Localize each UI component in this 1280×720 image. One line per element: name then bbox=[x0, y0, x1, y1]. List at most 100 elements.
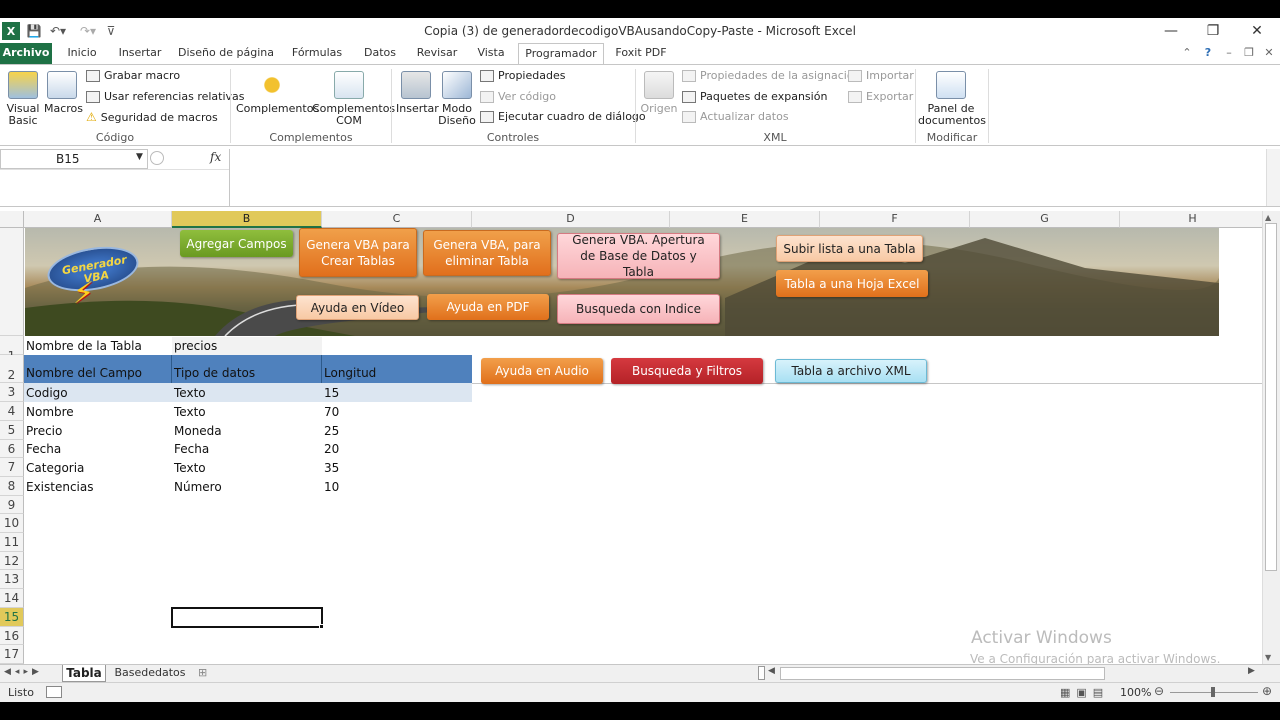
column-header-f[interactable]: F bbox=[820, 211, 970, 228]
table-cell[interactable]: Nombre bbox=[24, 403, 172, 421]
agregar-campos-button[interactable]: Agregar Campos bbox=[180, 230, 293, 257]
table-cell[interactable]: 25 bbox=[322, 422, 472, 440]
insert-function-button[interactable]: fx bbox=[210, 150, 221, 164]
formula-input[interactable] bbox=[229, 149, 1265, 206]
scroll-down-icon[interactable]: ▼ bbox=[1265, 653, 1271, 662]
genera-apertura-button[interactable]: Genera VBA. Apertura de Base de Datos y … bbox=[557, 233, 720, 279]
tab-archivo[interactable]: Archivo bbox=[0, 43, 52, 64]
subir-lista-button[interactable]: Subir lista a una Tabla bbox=[776, 235, 923, 262]
row-header-5[interactable]: 5 bbox=[0, 421, 24, 440]
row-header-6[interactable]: 6 bbox=[0, 440, 24, 458]
name-box-dropdown-icon[interactable]: ▼ bbox=[136, 152, 143, 162]
table-cell[interactable]: Precio bbox=[24, 422, 172, 440]
column-header-c[interactable]: C bbox=[322, 211, 472, 228]
busqueda-indice-button[interactable]: Busqueda con Indice bbox=[557, 294, 720, 324]
row-header-16[interactable]: 16 bbox=[0, 627, 24, 645]
tab-diseno-pagina[interactable]: Diseño de página bbox=[176, 43, 276, 64]
tabla-xml-button[interactable]: Tabla a archivo XML bbox=[775, 359, 927, 383]
grabar-macro-button[interactable]: Grabar macro bbox=[86, 69, 180, 82]
genera-eliminar-tabla-button[interactable]: Genera VBA, para eliminar Tabla bbox=[423, 230, 551, 276]
help-icon[interactable]: ? bbox=[1200, 43, 1216, 64]
horizontal-scroll-thumb[interactable] bbox=[780, 667, 1105, 680]
column-header-d[interactable]: D bbox=[472, 211, 670, 228]
formula-bar-resize-handle[interactable] bbox=[150, 151, 164, 165]
column-header-a[interactable]: A bbox=[24, 211, 172, 228]
row-header-4[interactable]: 4 bbox=[0, 402, 24, 421]
tab-revisar[interactable]: Revisar bbox=[410, 43, 464, 64]
table-cell[interactable]: Texto bbox=[172, 459, 322, 477]
selected-cell-b15[interactable] bbox=[171, 607, 323, 628]
tab-split-handle[interactable] bbox=[758, 666, 765, 680]
table-cell[interactable]: 70 bbox=[322, 403, 472, 421]
table-cell[interactable]: Número bbox=[172, 478, 322, 496]
sheet-tab-basededatos[interactable]: Basededatos bbox=[110, 665, 190, 682]
workbook-close-icon[interactable]: ✕ bbox=[1262, 43, 1276, 64]
table-cell[interactable]: Categoria bbox=[24, 459, 172, 477]
table-cell[interactable]: 20 bbox=[322, 440, 472, 458]
row-header-17[interactable]: 17 bbox=[0, 645, 24, 664]
row-header-1[interactable]: 1 bbox=[0, 336, 24, 363]
workbook-restore-icon[interactable]: ❐ bbox=[1242, 43, 1256, 64]
cell-c2[interactable]: Longitud bbox=[322, 355, 472, 383]
row-header-14[interactable]: 14 bbox=[0, 589, 24, 608]
row-header-7[interactable]: 7 bbox=[0, 458, 24, 477]
zoom-in-icon[interactable]: ⊕ bbox=[1262, 684, 1272, 698]
row-header-10[interactable]: 10 bbox=[0, 514, 24, 533]
zoom-level[interactable]: 100% bbox=[1120, 686, 1151, 699]
ayuda-pdf-button[interactable]: Ayuda en PDF bbox=[427, 294, 549, 320]
tab-foxit-pdf[interactable]: Foxit PDF bbox=[610, 43, 672, 64]
row-header-9[interactable]: 9 bbox=[0, 496, 24, 514]
cell-b2[interactable]: Tipo de datos bbox=[172, 355, 322, 383]
minimize-button[interactable]: — bbox=[1152, 20, 1190, 42]
seguridad-macros-button[interactable]: ⚠ Seguridad de macros bbox=[86, 110, 218, 124]
scroll-up-icon[interactable]: ▲ bbox=[1265, 213, 1271, 222]
formula-bar-scroll[interactable] bbox=[1266, 149, 1280, 206]
ver-codigo-button[interactable]: Ver código bbox=[480, 90, 556, 103]
propiedades-asignacion-button[interactable]: Propiedades de la asignación bbox=[682, 69, 861, 82]
tab-insertar[interactable]: Insertar bbox=[112, 43, 168, 64]
fill-handle[interactable] bbox=[319, 624, 324, 629]
modo-diseno-button[interactable]: Modo Diseño bbox=[438, 71, 476, 127]
sheet-tab-tabla[interactable]: Tabla bbox=[62, 665, 106, 682]
sheet-nav-icon[interactable]: ◀◂▸▶ bbox=[4, 667, 43, 677]
cell-a1[interactable]: Nombre de la Tabla bbox=[24, 337, 172, 355]
column-header-e[interactable]: E bbox=[670, 211, 820, 228]
ayuda-audio-button[interactable]: Ayuda en Audio bbox=[481, 358, 603, 384]
restore-button[interactable]: ❐ bbox=[1194, 20, 1232, 42]
insert-sheet-icon[interactable]: ⊞ bbox=[198, 666, 218, 680]
tab-programador[interactable]: Programador bbox=[518, 43, 604, 65]
column-header-g[interactable]: G bbox=[970, 211, 1120, 228]
row-header-12[interactable]: 12 bbox=[0, 552, 24, 570]
macro-record-icon[interactable] bbox=[46, 686, 62, 698]
table-cell[interactable]: Texto bbox=[172, 403, 322, 421]
genera-crear-tablas-button[interactable]: Genera VBA para Crear Tablas bbox=[299, 228, 417, 277]
close-button[interactable]: ✕ bbox=[1238, 20, 1276, 42]
ayuda-video-button[interactable]: Ayuda en Vídeo bbox=[296, 295, 419, 320]
table-cell[interactable]: Moneda bbox=[172, 422, 322, 440]
row-header-banner[interactable] bbox=[0, 228, 24, 336]
cell-a2[interactable]: Nombre del Campo bbox=[24, 355, 172, 383]
tab-datos[interactable]: Datos bbox=[358, 43, 402, 64]
table-cell[interactable]: 10 bbox=[322, 478, 472, 496]
table-cell[interactable]: 15 bbox=[322, 384, 472, 402]
tab-formulas[interactable]: Fórmulas bbox=[286, 43, 348, 64]
zoom-slider-thumb[interactable] bbox=[1211, 687, 1215, 697]
paquetes-expansion-button[interactable]: Paquetes de expansión bbox=[682, 90, 827, 103]
visual-basic-button[interactable]: Visual Basic bbox=[4, 71, 42, 127]
cell-b1[interactable]: precios bbox=[172, 337, 322, 355]
tabla-hoja-excel-button[interactable]: Tabla a una Hoja Excel bbox=[776, 270, 928, 297]
panel-documentos-button[interactable]: Panel de documentos bbox=[918, 71, 986, 127]
row-header-11[interactable]: 11 bbox=[0, 533, 24, 552]
scroll-left-icon[interactable]: ◀ bbox=[768, 666, 775, 676]
tab-vista[interactable]: Vista bbox=[470, 43, 512, 64]
vertical-scrollbar[interactable]: ▲ ▼ bbox=[1262, 211, 1280, 664]
zoom-out-icon[interactable]: ⊖ bbox=[1154, 684, 1164, 698]
propiedades-button[interactable]: Propiedades bbox=[480, 69, 565, 82]
referencias-relativas-button[interactable]: Usar referencias relativas bbox=[86, 90, 245, 103]
exportar-button[interactable]: Exportar bbox=[848, 90, 913, 103]
row-header-8[interactable]: 8 bbox=[0, 477, 24, 496]
column-header-b[interactable]: B bbox=[172, 211, 322, 228]
table-cell[interactable]: 35 bbox=[322, 459, 472, 477]
busqueda-filtros-button[interactable]: Busqueda y Filtros bbox=[611, 358, 763, 384]
tab-inicio[interactable]: Inicio bbox=[58, 43, 106, 64]
